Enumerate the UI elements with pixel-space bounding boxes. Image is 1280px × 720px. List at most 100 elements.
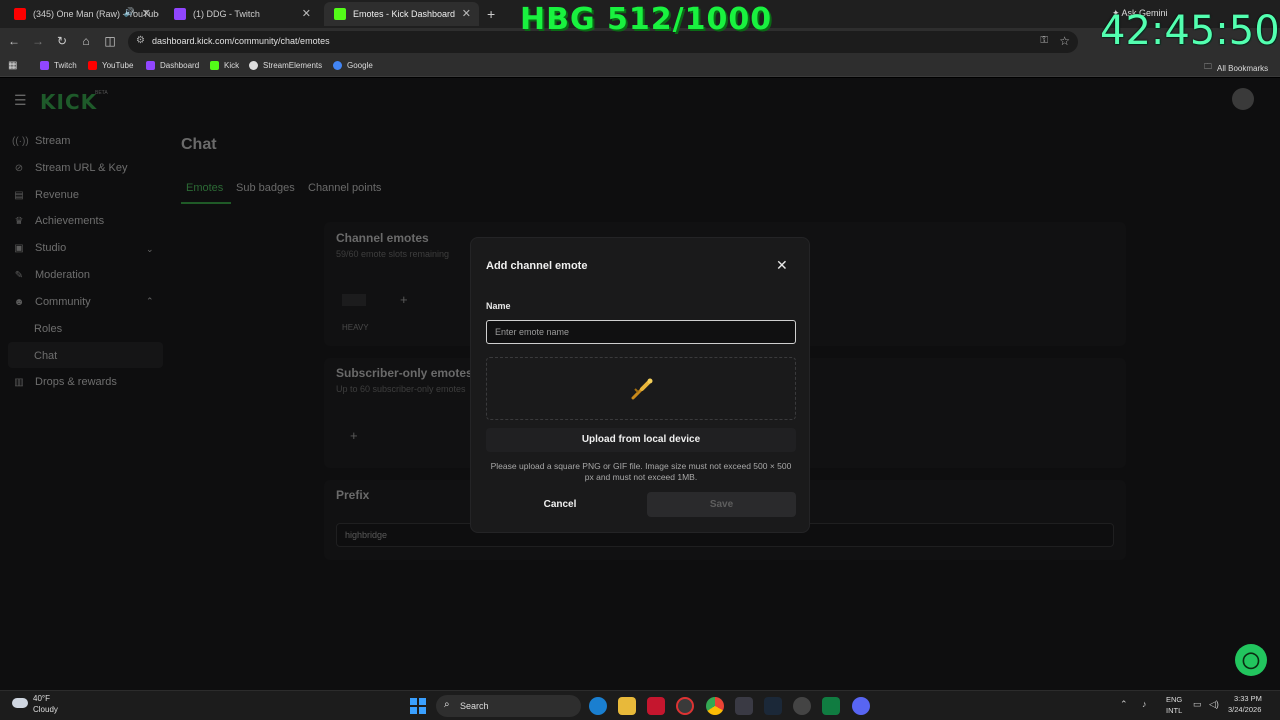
- tab-twitch[interactable]: (1) DDG - Twitch ✕: [164, 2, 319, 26]
- adobe-icon[interactable]: [647, 697, 665, 715]
- edge-icon[interactable]: [589, 697, 607, 715]
- forward-icon[interactable]: →: [30, 34, 46, 48]
- upload-requirements: Please upload a square PNG or GIF file. …: [490, 461, 792, 482]
- save-button[interactable]: Save: [647, 492, 796, 517]
- support-chat-button[interactable]: ◯: [1235, 644, 1267, 676]
- bookmark-twitch[interactable]: Twitch: [40, 61, 77, 70]
- obs-icon[interactable]: [676, 697, 694, 715]
- avatar[interactable]: [1232, 88, 1254, 110]
- emote-name: HEAVY: [342, 323, 369, 332]
- video-app-icon[interactable]: [793, 697, 811, 715]
- google-icon: [333, 61, 342, 70]
- language-indicator[interactable]: ENG: [1166, 695, 1182, 704]
- microphone-icon[interactable]: ♪: [1142, 699, 1147, 709]
- file-explorer-icon[interactable]: [618, 697, 636, 715]
- volume-icon[interactable]: ◁): [1209, 699, 1219, 710]
- overlay-timer: 42:45:50: [1100, 8, 1280, 54]
- sidebar-item-revenue[interactable]: ▤ Revenue: [12, 189, 79, 201]
- sidebar-item-drops-rewards[interactable]: ▥ Drops & rewards: [12, 376, 117, 388]
- sidebar-item-label: Achievements: [35, 215, 105, 227]
- emote-dropzone[interactable]: [486, 357, 796, 420]
- bookmark-label: YouTube: [102, 61, 134, 70]
- tab-title: (345) One Man (Raw) - YouTube: [33, 9, 159, 19]
- tab-title: Emotes - Kick Dashboard: [353, 9, 456, 19]
- clock-time[interactable]: 3:33 PM: [1234, 694, 1262, 703]
- new-tab-button[interactable]: +: [487, 6, 495, 22]
- weather-condition[interactable]: Cloudy: [33, 705, 58, 714]
- sidebar-item-moderation[interactable]: ✎ Moderation: [12, 269, 90, 281]
- chrome-icon[interactable]: [706, 697, 724, 715]
- sidebar-item-achievements[interactable]: ♛ Achievements: [12, 215, 105, 227]
- emote-thumbnail[interactable]: [342, 294, 366, 306]
- close-icon[interactable]: ✕: [776, 257, 788, 274]
- bookmark-youtube[interactable]: YouTube: [88, 61, 133, 70]
- sidebar-item-label: Stream URL & Key: [35, 162, 128, 174]
- wrench-icon: ✎: [14, 269, 24, 281]
- add-emote-icon[interactable]: +: [350, 428, 358, 443]
- twitch-icon: [146, 61, 155, 70]
- password-key-icon[interactable]: ⚿: [1040, 35, 1048, 46]
- add-emote-icon[interactable]: +: [400, 292, 408, 307]
- weather-temperature[interactable]: 40°F: [33, 694, 50, 703]
- bookmark-google[interactable]: Google: [333, 61, 373, 70]
- all-bookmarks-button[interactable]: 🗀 All Bookmarks: [1204, 61, 1268, 75]
- cancel-button[interactable]: Cancel: [486, 492, 634, 517]
- back-icon[interactable]: ←: [6, 34, 22, 48]
- sidebar-item-roles[interactable]: Roles: [34, 323, 62, 335]
- windows-start-icon[interactable]: [410, 698, 426, 714]
- bookmark-streamelements[interactable]: StreamElements: [249, 61, 322, 70]
- sidebar-item-label: Moderation: [35, 269, 91, 281]
- name-label: Name: [486, 301, 511, 311]
- kick-icon: [334, 8, 346, 20]
- close-icon[interactable]: ✕: [142, 7, 151, 20]
- close-icon[interactable]: ✕: [462, 7, 471, 20]
- close-icon[interactable]: ✕: [302, 7, 311, 20]
- sidebar-item-studio[interactable]: ▣ Studio: [12, 242, 66, 254]
- sidebar-active-highlight: [8, 342, 163, 368]
- discord-icon[interactable]: [852, 697, 870, 715]
- reload-icon[interactable]: ↻: [54, 34, 70, 48]
- gift-icon: ▥: [14, 376, 24, 388]
- speaker-icon: 🔊: [123, 7, 135, 17]
- clock-date[interactable]: 3/24/2026: [1228, 705, 1261, 714]
- sidebar-item-community[interactable]: ☻ Community: [12, 296, 91, 308]
- tab-youtube[interactable]: (345) One Man (Raw) - YouTube 🔊 ✕: [4, 2, 159, 26]
- sidebar-item-chat[interactable]: Chat: [34, 350, 57, 362]
- sidebar-item-stream-url-key[interactable]: ⊘ Stream URL & Key: [12, 162, 128, 174]
- taskbar-search[interactable]: ⌕ Search: [436, 695, 581, 717]
- home-icon[interactable]: ⌂: [78, 34, 94, 48]
- section-subtitle: 59/60 emote slots remaining: [336, 249, 450, 259]
- sidebar-item-stream[interactable]: ((·)) Stream: [12, 135, 70, 147]
- tab-kick-dashboard[interactable]: Emotes - Kick Dashboard ✕: [324, 2, 479, 26]
- bookmark-label: Twitch: [54, 61, 77, 70]
- app-icon[interactable]: [735, 697, 753, 715]
- side-panel-icon[interactable]: ◫: [102, 34, 118, 48]
- studio-icon: ▣: [14, 242, 24, 254]
- chevron-up-icon[interactable]: ⌃: [1120, 699, 1128, 710]
- emote-name-input[interactable]: [486, 320, 796, 344]
- chevron-up-icon[interactable]: ⌃: [146, 296, 154, 307]
- bookmark-kick[interactable]: Kick: [210, 61, 239, 70]
- tab-title: (1) DDG - Twitch: [193, 9, 260, 19]
- menu-icon[interactable]: ☰: [14, 92, 27, 109]
- apps-grid-icon[interactable]: ▦: [8, 60, 17, 71]
- cloud-icon: [12, 698, 28, 708]
- sidebar-item-label: Studio: [35, 242, 67, 254]
- site-info-icon[interactable]: ⚙: [136, 35, 145, 46]
- windows-taskbar: 40°F Cloudy ⌕ Search ⌃ ♪ ENG INTL ▭ ◁) 3…: [0, 690, 1280, 720]
- chevron-down-icon[interactable]: ⌄: [146, 244, 154, 255]
- bookmark-dashboard[interactable]: Dashboard: [146, 61, 199, 70]
- section-title: Channel emotes: [336, 231, 429, 245]
- display-icon[interactable]: ▭: [1193, 699, 1202, 710]
- all-bookmarks-label: All Bookmarks: [1217, 63, 1269, 73]
- kick-logo[interactable]: KICK: [40, 90, 97, 114]
- bookmark-star-icon[interactable]: ☆: [1059, 34, 1070, 48]
- excel-icon[interactable]: [822, 697, 840, 715]
- tab-channel-points[interactable]: Channel points: [308, 182, 381, 194]
- keyboard-layout[interactable]: INTL: [1166, 706, 1182, 715]
- tab-emotes[interactable]: Emotes: [186, 182, 223, 194]
- page-title: Chat: [181, 136, 217, 153]
- steam-icon[interactable]: [764, 697, 782, 715]
- tab-sub-badges[interactable]: Sub badges: [236, 182, 295, 194]
- upload-local-button[interactable]: Upload from local device: [486, 428, 796, 452]
